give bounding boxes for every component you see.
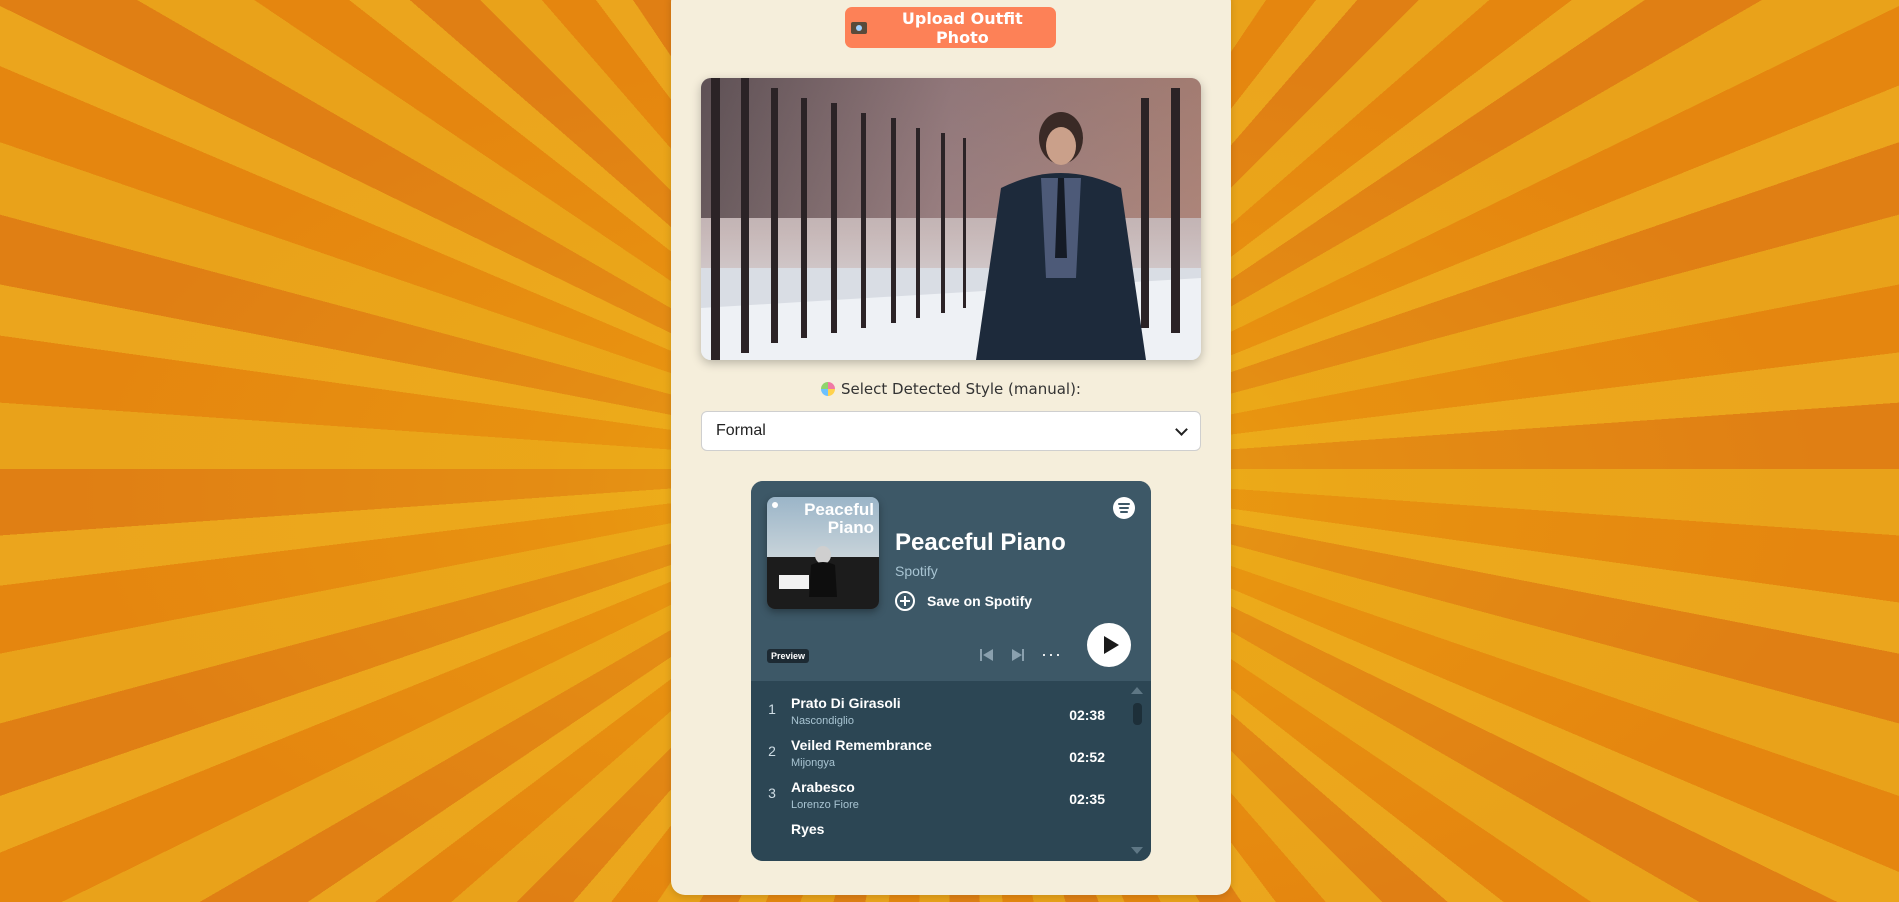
track-title: Prato Di Girasoli [791, 695, 901, 711]
track-list-scrollbar[interactable] [1133, 703, 1142, 725]
save-label: Save on Spotify [927, 593, 1033, 609]
upload-outfit-button[interactable]: Upload Outfit Photo [845, 7, 1056, 48]
upload-button-label: Upload Outfit Photo [901, 8, 1023, 47]
outfit-photo [701, 78, 1201, 360]
track-title: Arabesco [791, 779, 855, 795]
scroll-up-arrow-icon[interactable] [1131, 687, 1143, 694]
track-number: 3 [768, 785, 776, 801]
track-list: 1 Prato Di Girasoli Nascondiglio 02:38 2… [751, 681, 1151, 861]
track-title: Veiled Remembrance [791, 737, 932, 753]
track-row[interactable]: 2 Veiled Remembrance Mijongya 02:52 [751, 723, 1121, 771]
camera-icon [851, 21, 867, 34]
track-title: Ryes [791, 821, 825, 837]
add-circle-icon [895, 591, 915, 611]
track-number: 1 [768, 701, 776, 717]
track-number: 2 [768, 743, 776, 759]
track-duration: 02:52 [1069, 749, 1105, 765]
spotify-logo-icon[interactable] [1113, 497, 1135, 519]
chevron-down-icon [1175, 422, 1188, 436]
style-select-label: Select Detected Style (manual): [701, 380, 1201, 398]
palette-icon [821, 382, 836, 396]
track-duration: 02:38 [1069, 707, 1105, 723]
track-row[interactable]: 1 Prato Di Girasoli Nascondiglio 02:38 [751, 681, 1121, 729]
preview-badge: Preview [767, 649, 810, 663]
playlist-owner[interactable]: Spotify [895, 563, 938, 579]
next-track-icon[interactable] [1010, 647, 1026, 663]
play-button[interactable] [1087, 623, 1131, 667]
scroll-down-arrow-icon[interactable] [1131, 847, 1143, 854]
playlist-cover[interactable]: Peaceful Piano [767, 497, 879, 609]
spotify-header: Peaceful Piano Peaceful Piano Spotify Sa… [751, 481, 1151, 681]
playlist-title[interactable]: Peaceful Piano [895, 529, 1066, 557]
save-on-spotify-button[interactable]: Save on Spotify [895, 591, 1032, 611]
track-row[interactable]: Ryes [751, 807, 1121, 855]
cover-title-text: Peaceful Piano [804, 500, 874, 537]
track-row[interactable]: 3 Arabesco Lorenzo Fiore 02:35 [751, 765, 1121, 813]
more-options-icon[interactable]: ··· [1041, 644, 1062, 665]
spotify-embed: Peaceful Piano Peaceful Piano Spotify Sa… [751, 481, 1151, 861]
style-select[interactable]: Formal [701, 411, 1201, 451]
outfit-photo-image [701, 78, 1201, 360]
track-duration: 02:35 [1069, 791, 1105, 807]
previous-track-icon[interactable] [978, 647, 994, 663]
style-select-value: Formal [716, 422, 766, 439]
